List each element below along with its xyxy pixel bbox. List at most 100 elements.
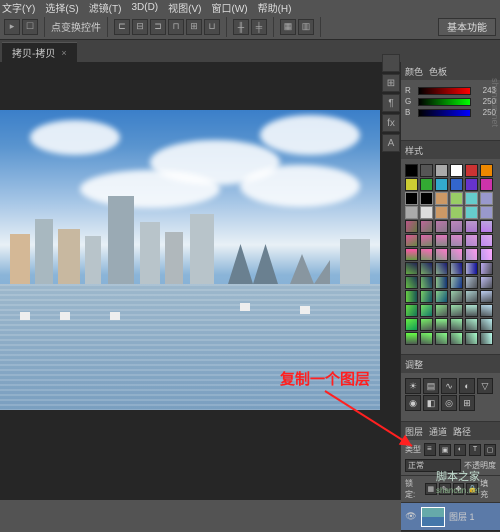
distribute-v-button[interactable]: ╪ — [251, 19, 267, 35]
autoselect-button[interactable]: ☐ — [22, 19, 38, 35]
menu-text[interactable]: 文字(Y) — [2, 0, 35, 15]
style-swatch[interactable] — [480, 248, 493, 261]
layer-name[interactable]: 图层 1 — [449, 510, 475, 523]
adjust-photo-filter-button[interactable]: ◎ — [441, 395, 457, 411]
style-swatch[interactable] — [420, 304, 433, 317]
menu-select[interactable]: 选择(S) — [45, 0, 78, 15]
style-swatch[interactable] — [405, 248, 418, 261]
layer-row-1[interactable]: 👁 图层 1 — [401, 503, 500, 531]
style-swatch[interactable] — [450, 234, 463, 247]
lock-position-button[interactable]: ✥ — [453, 483, 465, 495]
style-swatch[interactable] — [405, 164, 418, 177]
style-swatch[interactable] — [465, 234, 478, 247]
style-swatch[interactable] — [480, 206, 493, 219]
style-swatch[interactable] — [465, 332, 478, 345]
filter-adjust-icon[interactable]: ◐ — [454, 444, 466, 456]
align-top-button[interactable]: ⊓ — [168, 19, 184, 35]
filter-pixel-icon[interactable]: ▣ — [439, 444, 451, 456]
style-swatch[interactable] — [450, 332, 463, 345]
style-swatch[interactable] — [450, 262, 463, 275]
align-left-button[interactable]: ⊏ — [114, 19, 130, 35]
lock-transparency-button[interactable]: ▦ — [425, 483, 437, 495]
style-swatch[interactable] — [420, 192, 433, 205]
style-swatch[interactable] — [450, 290, 463, 303]
filter-shape-icon[interactable]: ▢ — [484, 444, 496, 456]
style-swatch[interactable] — [405, 206, 418, 219]
style-swatch[interactable] — [450, 248, 463, 261]
style-swatch[interactable] — [465, 262, 478, 275]
adjustments-panel-tab[interactable]: 调整 — [405, 358, 423, 371]
style-swatch[interactable] — [435, 220, 448, 233]
style-swatch[interactable] — [465, 178, 478, 191]
menu-filter[interactable]: 滤镜(T) — [89, 0, 122, 15]
style-swatch[interactable] — [450, 220, 463, 233]
style-swatch[interactable] — [435, 234, 448, 247]
style-swatch[interactable] — [435, 290, 448, 303]
style-swatch[interactable] — [480, 192, 493, 205]
lock-all-button[interactable]: 🔒 — [466, 483, 478, 495]
style-swatch[interactable] — [420, 234, 433, 247]
style-swatch[interactable] — [480, 262, 493, 275]
style-swatch[interactable] — [405, 192, 418, 205]
style-swatch[interactable] — [480, 164, 493, 177]
style-swatch[interactable] — [465, 290, 478, 303]
workspace-switcher[interactable]: 基本功能 — [438, 18, 496, 36]
style-swatch[interactable] — [435, 164, 448, 177]
color-slider-b[interactable]: B 250 — [405, 108, 496, 117]
style-swatch[interactable] — [480, 276, 493, 289]
style-swatch[interactable] — [465, 164, 478, 177]
visibility-toggle-icon[interactable]: 👁 — [405, 511, 417, 523]
layer-thumbnail[interactable] — [421, 507, 445, 527]
style-swatch[interactable] — [465, 276, 478, 289]
style-swatch[interactable] — [450, 318, 463, 331]
style-swatch[interactable] — [465, 304, 478, 317]
style-swatch[interactable] — [435, 304, 448, 317]
style-swatch[interactable] — [420, 206, 433, 219]
lock-pixels-button[interactable]: ✎ — [439, 483, 451, 495]
style-swatch[interactable] — [420, 248, 433, 261]
menu-3d[interactable]: 3D(D) — [131, 2, 158, 13]
adjust-exposure-button[interactable]: ◐ — [459, 378, 475, 394]
layer-filter-select[interactable]: ≡ — [424, 443, 436, 456]
style-swatch[interactable] — [405, 234, 418, 247]
style-swatch[interactable] — [480, 318, 493, 331]
style-swatch[interactable] — [450, 164, 463, 177]
menu-view[interactable]: 视图(V) — [168, 0, 201, 15]
style-swatch[interactable] — [435, 332, 448, 345]
style-swatch[interactable] — [405, 290, 418, 303]
style-swatch[interactable] — [435, 192, 448, 205]
layers-panel-tab[interactable]: 图层 — [405, 425, 423, 438]
style-swatch[interactable] — [405, 304, 418, 317]
adjust-vibrance-button[interactable]: ▽ — [477, 378, 493, 394]
adjust-curves-button[interactable]: ∿ — [441, 378, 457, 394]
color-slider-r[interactable]: R 243 — [405, 86, 496, 95]
style-swatch[interactable] — [450, 192, 463, 205]
style-swatch[interactable] — [465, 248, 478, 261]
style-swatch[interactable] — [405, 318, 418, 331]
style-swatch[interactable] — [435, 178, 448, 191]
style-swatch[interactable] — [420, 276, 433, 289]
style-swatch[interactable] — [450, 178, 463, 191]
menu-window[interactable]: 窗口(W) — [211, 0, 247, 15]
styles-panel-icon[interactable]: fx — [382, 114, 400, 132]
canvas-area[interactable] — [0, 62, 400, 500]
style-swatch[interactable] — [405, 332, 418, 345]
style-swatch[interactable] — [465, 220, 478, 233]
style-swatch[interactable] — [480, 290, 493, 303]
style-swatch[interactable] — [450, 276, 463, 289]
style-swatch[interactable] — [465, 206, 478, 219]
style-swatch[interactable] — [465, 192, 478, 205]
adjust-hue-button[interactable]: ◉ — [405, 395, 421, 411]
close-tab-icon[interactable]: × — [61, 48, 66, 58]
style-swatch[interactable] — [420, 290, 433, 303]
style-swatch[interactable] — [465, 318, 478, 331]
align-center-h-button[interactable]: ⊟ — [132, 19, 148, 35]
style-swatch[interactable] — [405, 178, 418, 191]
style-swatch[interactable] — [480, 332, 493, 345]
style-swatch[interactable] — [405, 276, 418, 289]
align-center-v-button[interactable]: ⊞ — [186, 19, 202, 35]
style-swatch[interactable] — [420, 164, 433, 177]
color-slider-g[interactable]: G 250 — [405, 97, 496, 106]
style-swatch[interactable] — [420, 220, 433, 233]
blend-mode-select[interactable]: 正常 — [405, 459, 461, 472]
